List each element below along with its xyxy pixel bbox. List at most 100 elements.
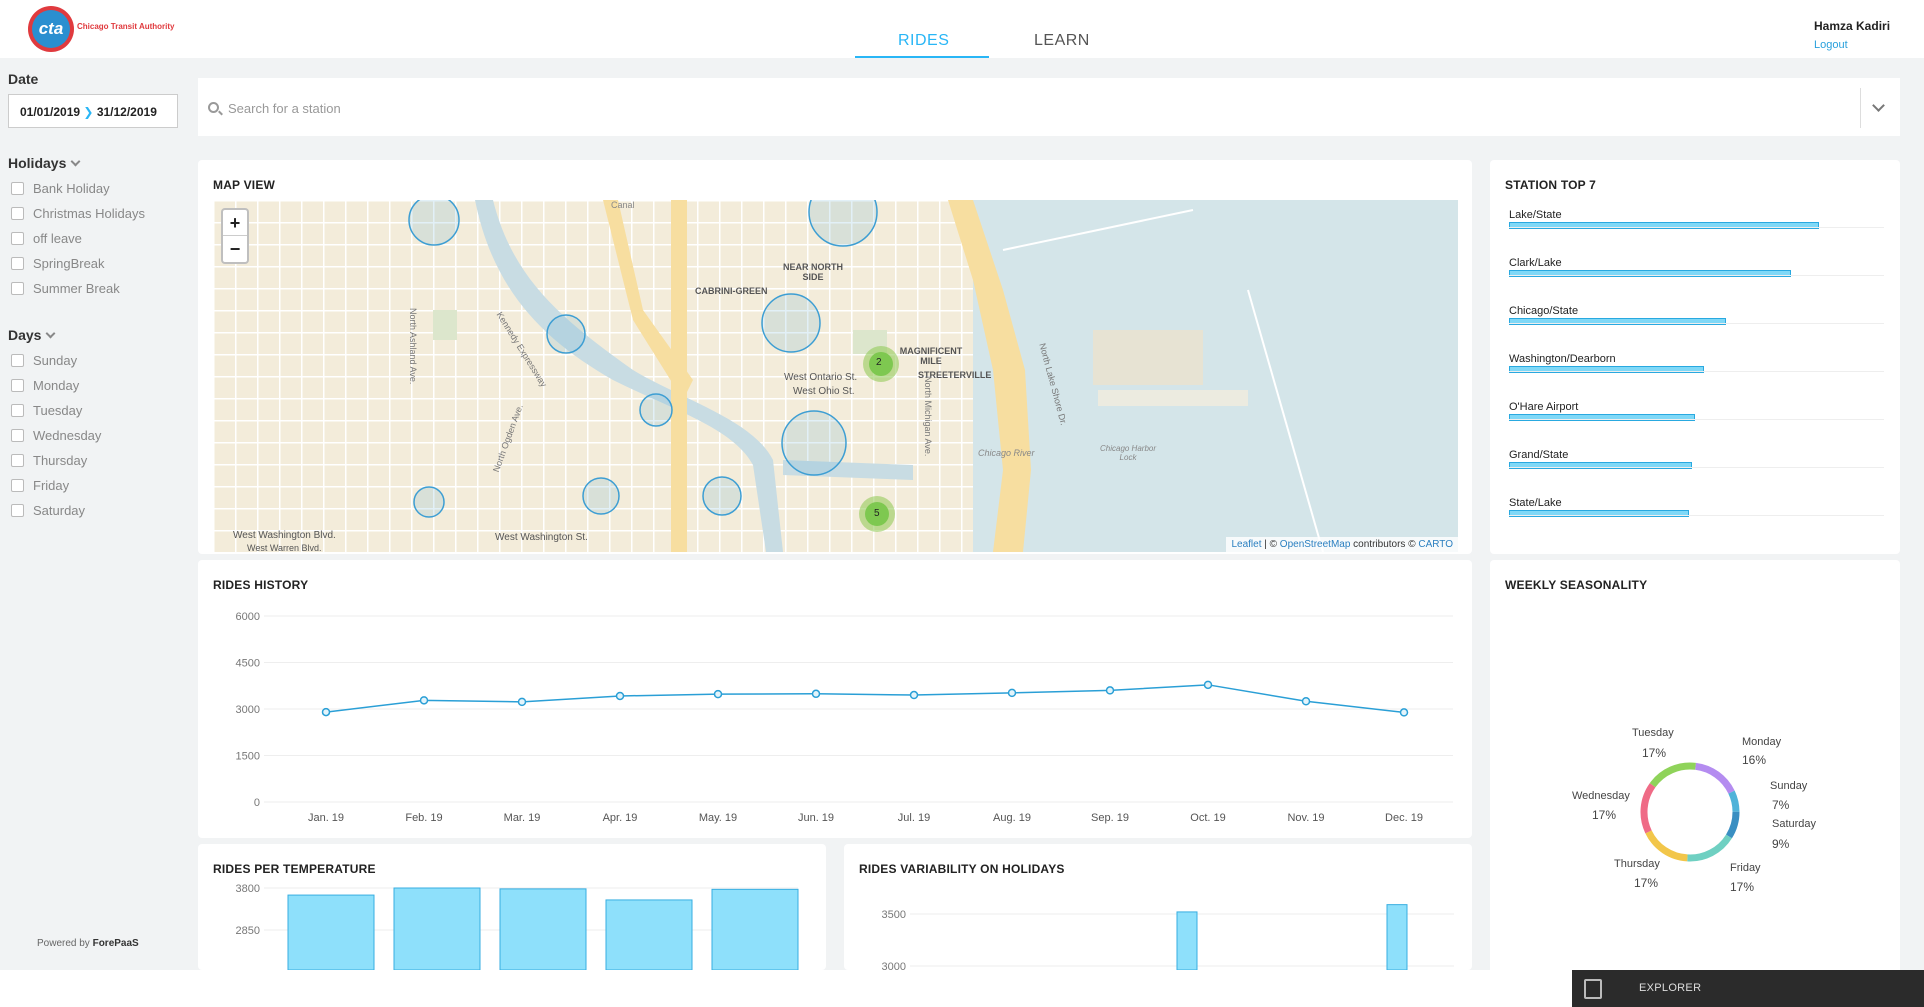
- station-top-divider: [1509, 467, 1884, 468]
- logout-link[interactable]: Logout: [1814, 39, 1848, 51]
- map-label: West Washington Blvd.: [233, 530, 336, 541]
- map-label: CABRINI-GREEN: [695, 286, 768, 296]
- x-tick-label: Apr. 19: [603, 812, 638, 824]
- map-cluster-count[interactable]: 2: [876, 357, 882, 368]
- donut-pct-friday: 17%: [1730, 880, 1755, 894]
- rides-holidays-card: RIDES VARIABILITY ON HOLIDAYS 3000 3500: [844, 844, 1472, 970]
- station-search-bar: [198, 78, 1900, 136]
- leaflet-link[interactable]: Leaflet: [1231, 539, 1261, 550]
- cta-logo[interactable]: cta: [28, 6, 74, 52]
- bar: [711, 888, 799, 970]
- x-tick-label: Nov. 19: [1287, 812, 1324, 824]
- donut-slice: [1694, 762, 1735, 794]
- station-top-divider: [1509, 419, 1884, 420]
- chevron-right-icon: ❯: [83, 105, 94, 119]
- date-end: 31/12/2019: [96, 105, 157, 119]
- days-filter-title[interactable]: Days: [8, 327, 56, 343]
- x-tick-label: Dec. 19: [1385, 812, 1423, 824]
- donut-slice: [1640, 783, 1656, 834]
- chevron-down-icon[interactable]: [1872, 99, 1885, 112]
- bar: [1176, 911, 1198, 970]
- y-tick-label: 3500: [882, 909, 906, 921]
- donut-pct-thursday: 17%: [1634, 876, 1659, 890]
- holiday-checkbox[interactable]: SpringBreak: [11, 256, 105, 271]
- checkbox-icon: [11, 504, 24, 517]
- user-name: Hamza Kadiri: [1814, 19, 1891, 33]
- checkbox-icon: [11, 354, 24, 367]
- date-filter-title: Date: [8, 71, 39, 87]
- station-search-input[interactable]: [228, 98, 1828, 118]
- explorer-panel[interactable]: EXPLORER: [1572, 970, 1924, 1007]
- day-checkbox[interactable]: Tuesday: [11, 403, 82, 418]
- station-top-divider: [1509, 371, 1884, 372]
- donut-slice: [1687, 834, 1732, 862]
- day-checkbox[interactable]: Thursday: [11, 453, 87, 468]
- map-label: West Ohio St.: [793, 386, 855, 397]
- bar: [393, 887, 481, 970]
- holiday-checkbox[interactable]: Bank Holiday: [11, 181, 110, 196]
- station-top-label: Grand/State: [1509, 449, 1569, 461]
- active-tab-indicator: [855, 56, 989, 58]
- explorer-label: EXPLORER: [1639, 982, 1702, 994]
- weekly-seasonality-card: WEEKLY SEASONALITY Tuesday 17% Monday 16…: [1490, 560, 1900, 980]
- y-tick-label: 6000: [236, 611, 260, 623]
- map-attribution: Leaflet | © OpenStreetMap contributors ©…: [1226, 537, 1458, 552]
- x-tick-label: Jul. 19: [898, 812, 930, 824]
- donut-pct-tuesday: 17%: [1642, 746, 1667, 760]
- holidays-filter-title[interactable]: Holidays: [8, 155, 81, 171]
- cta-logo-text: cta: [32, 10, 70, 48]
- checkbox-icon: [11, 404, 24, 417]
- x-tick-label: Feb. 19: [405, 812, 442, 824]
- day-checkbox[interactable]: Friday: [11, 478, 69, 493]
- day-checkbox[interactable]: Wednesday: [11, 428, 101, 443]
- rides-history-card: RIDES HISTORY 0 1500 3000 4500 6000 Jan. 19 Fe…: [198, 560, 1472, 838]
- leaflet-map[interactable]: 2 5 Canal NEAR NORTH SIDE CABRINI-GREEN …: [213, 200, 1458, 552]
- app-header: cta Chicago Transit Authority RIDES LEAR…: [0, 0, 1924, 58]
- date-range-picker[interactable]: 01/01/2019 ❯ 31/12/2019: [8, 94, 178, 128]
- holiday-checkbox[interactable]: off leave: [11, 231, 82, 246]
- donut-label-wednesday: Wednesday: [1572, 790, 1630, 802]
- day-checkbox[interactable]: Monday: [11, 378, 79, 393]
- osm-link[interactable]: OpenStreetMap: [1280, 539, 1351, 550]
- data-point: [419, 696, 429, 705]
- search-icon: [208, 102, 219, 113]
- checkbox-icon: [11, 282, 24, 295]
- powered-by: Powered by ForePaaS: [37, 938, 139, 949]
- day-checkbox[interactable]: Saturday: [11, 503, 85, 518]
- data-point: [1301, 697, 1311, 706]
- tab-rides[interactable]: RIDES: [898, 32, 949, 50]
- map-label: Chicago Harbor Lock: [1099, 444, 1157, 462]
- day-checkbox[interactable]: Sunday: [11, 353, 77, 368]
- x-tick-label: Oct. 19: [1190, 812, 1225, 824]
- station-top7-card: STATION TOP 7 Lake/State Clark/Lake Chicag…: [1490, 160, 1900, 554]
- holiday-checkbox[interactable]: Christmas Holidays: [11, 206, 145, 221]
- tab-learn[interactable]: LEARN: [1034, 32, 1090, 50]
- zoom-out-button[interactable]: −: [223, 236, 247, 262]
- map-label: North Michigan Ave.: [923, 376, 933, 457]
- map-label: MAGNIFICENT MILE: [899, 346, 963, 366]
- map-cluster-count[interactable]: 5: [874, 508, 880, 519]
- foreparas-logo: ForePaaS: [92, 938, 139, 949]
- data-point: [615, 691, 625, 701]
- station-top-divider: [1509, 227, 1884, 228]
- y-tick-label: 3800: [236, 883, 260, 895]
- donut-label-friday: Friday: [1730, 862, 1761, 874]
- zoom-in-button[interactable]: +: [223, 210, 247, 236]
- map-zoom-control: + −: [221, 208, 249, 264]
- checkbox-icon: [11, 207, 24, 220]
- chevron-down-icon: [46, 328, 56, 339]
- x-tick-label: May. 19: [699, 812, 737, 824]
- checkbox-icon: [11, 257, 24, 270]
- station-top-divider: [1509, 275, 1884, 276]
- donut-label-sunday: Sunday: [1770, 780, 1808, 792]
- donut-slice: [1728, 790, 1740, 812]
- station-top-label: Washington/Dearborn: [1509, 353, 1616, 365]
- rides-temperature-chart: 2850 3800: [236, 883, 799, 970]
- checkbox-icon: [11, 454, 24, 467]
- page-footer-area: [0, 970, 1572, 1007]
- data-point: [1203, 680, 1213, 690]
- carto-link[interactable]: CARTO: [1418, 539, 1453, 550]
- data-point: [713, 689, 723, 699]
- x-tick-label: Sep. 19: [1091, 812, 1129, 824]
- holiday-checkbox[interactable]: Summer Break: [11, 281, 120, 296]
